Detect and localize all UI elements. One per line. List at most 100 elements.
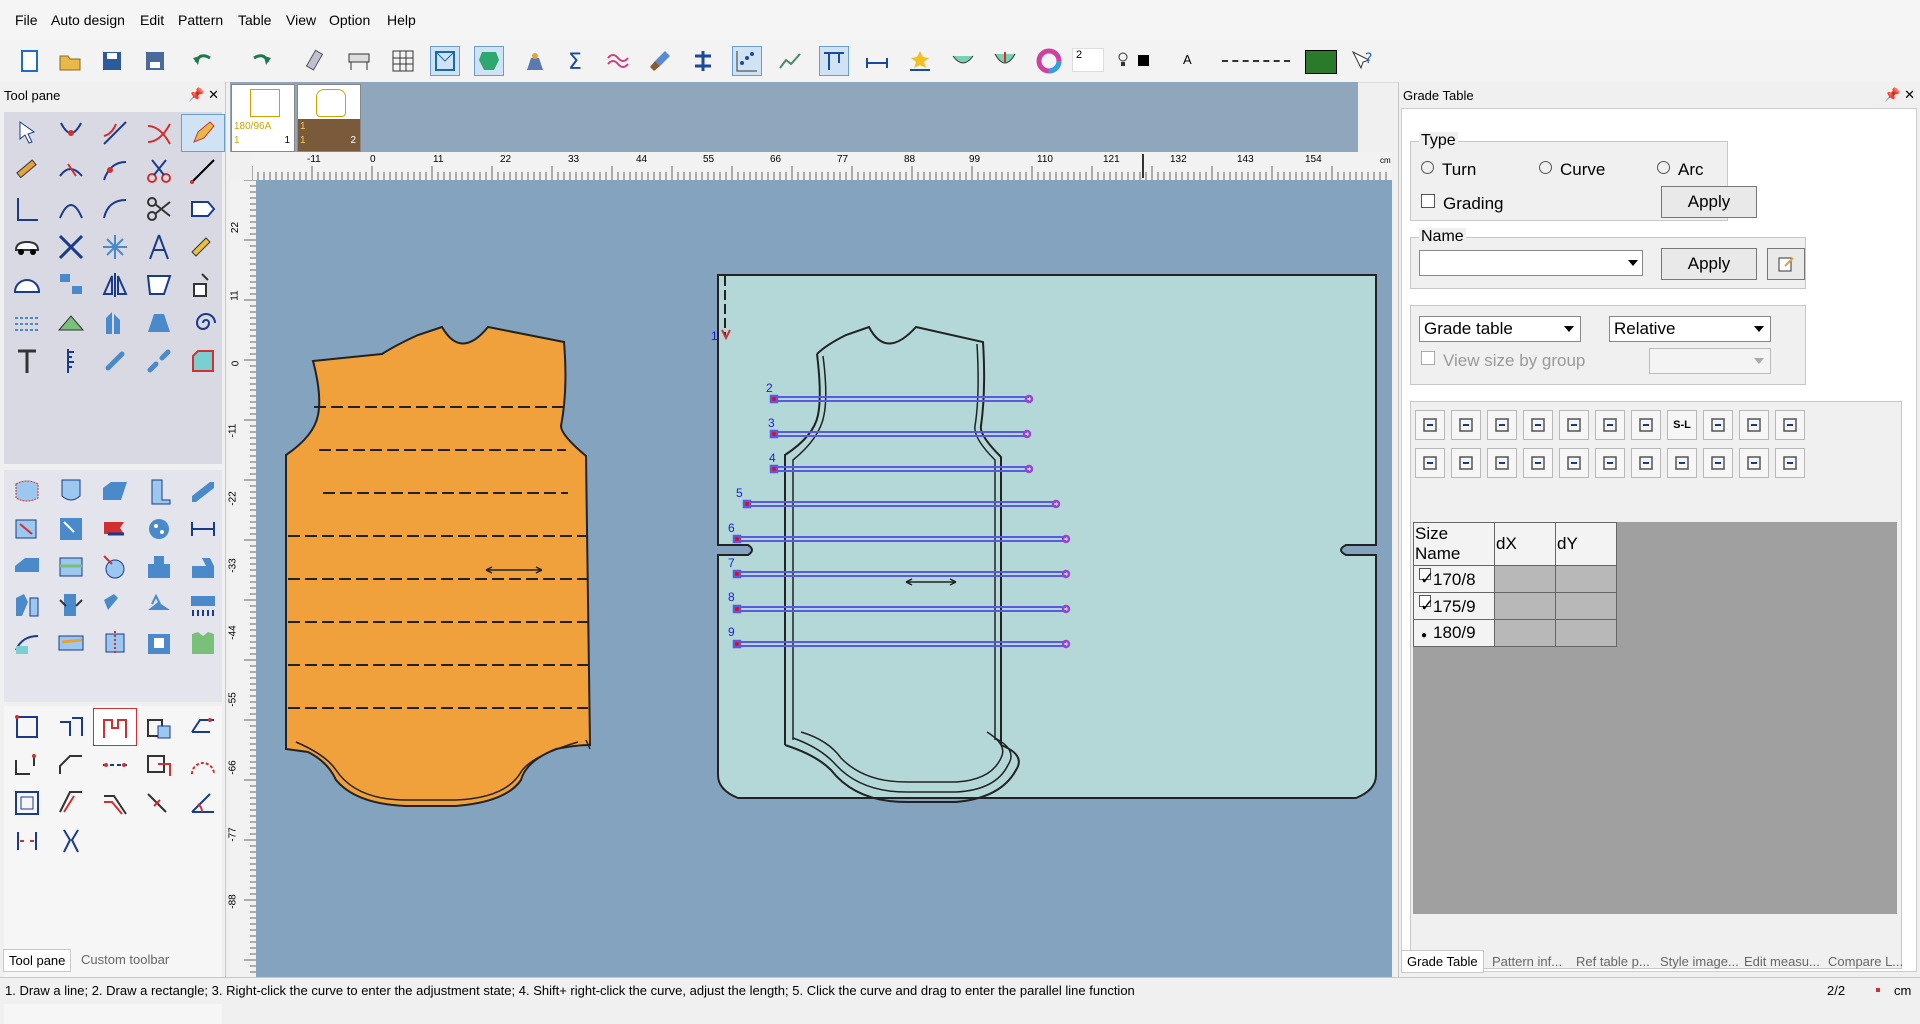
menu-file[interactable]: File xyxy=(15,12,38,28)
menu-table[interactable]: Table xyxy=(238,12,271,28)
piece-icon-16[interactable] xyxy=(93,586,137,624)
undo-icon[interactable] xyxy=(188,46,218,76)
grade-line-marker[interactable] xyxy=(769,464,779,474)
tab-grade-table[interactable]: Grade Table xyxy=(1401,950,1484,973)
tab-custom-toolbar[interactable]: Custom toolbar xyxy=(76,949,174,970)
piece-icon-8[interactable] xyxy=(93,510,137,548)
radio-turn[interactable]: Turn xyxy=(1421,160,1476,180)
point-curve-icon[interactable] xyxy=(93,152,137,190)
parallel-icon[interactable] xyxy=(5,304,49,342)
piece-icon-1[interactable] xyxy=(5,472,49,510)
dy-cell[interactable] xyxy=(1555,592,1617,620)
piece-icon-11[interactable] xyxy=(93,548,137,586)
piece-icon-6[interactable] xyxy=(5,510,49,548)
tab-pattern-info[interactable]: Pattern inf... xyxy=(1487,951,1567,972)
blocks-icon[interactable] xyxy=(49,266,93,304)
piece-icon-4[interactable] xyxy=(137,472,181,510)
compare-lines-icon[interactable] xyxy=(603,46,633,76)
size-checkbox-checked[interactable]: ✓ xyxy=(1419,595,1434,615)
line-chart-icon[interactable] xyxy=(775,46,805,76)
copy-icon[interactable] xyxy=(1415,410,1445,440)
curve-tool-icon[interactable] xyxy=(93,190,137,228)
grade-line-marker[interactable] xyxy=(732,604,742,614)
tab-style-image[interactable]: Style image... xyxy=(1655,951,1744,972)
link-icon[interactable] xyxy=(93,342,137,380)
down-arrow-icon[interactable] xyxy=(1775,410,1805,440)
dy-cell[interactable] xyxy=(1555,619,1617,647)
dy-cell[interactable] xyxy=(1555,565,1617,593)
grade-tool-icon[interactable] xyxy=(819,46,849,76)
color-swatch[interactable] xyxy=(1138,55,1149,66)
fan-icon[interactable] xyxy=(137,304,181,342)
grade-line-marker[interactable] xyxy=(742,499,752,509)
s-l-icon[interactable]: S-L xyxy=(1667,410,1697,440)
dx-cell[interactable] xyxy=(1494,565,1556,593)
piece-icon-10[interactable] xyxy=(49,548,93,586)
grade-tool-7[interactable] xyxy=(49,746,93,784)
piece-icon-2[interactable] xyxy=(49,472,93,510)
list-icon[interactable] xyxy=(1739,410,1769,440)
mirror-y-icon[interactable] xyxy=(1595,410,1625,440)
line-style-select[interactable] xyxy=(1222,60,1290,62)
align-vertical-icon[interactable] xyxy=(1487,448,1517,478)
prev-icon[interactable] xyxy=(1415,448,1445,478)
grade-tool-12[interactable] xyxy=(49,784,93,822)
save-icon[interactable] xyxy=(97,46,127,76)
grade-points-icon[interactable] xyxy=(732,46,762,76)
radio-arc[interactable]: Arc xyxy=(1657,160,1704,180)
measure-icon[interactable] xyxy=(862,46,892,76)
paste-x-icon[interactable] xyxy=(1487,410,1517,440)
table-row[interactable]: ✓175/9 xyxy=(1413,592,1617,620)
help-pointer-icon[interactable]: ? xyxy=(1350,49,1376,73)
pin-icon[interactable]: 📌 xyxy=(1884,87,1900,102)
mode-select[interactable]: Relative xyxy=(1609,316,1771,342)
bars-icon[interactable] xyxy=(1595,448,1625,478)
grading-checkbox[interactable]: Grading xyxy=(1421,194,1503,214)
piece-icon-15[interactable] xyxy=(49,586,93,624)
grade-tool-1[interactable] xyxy=(5,708,49,746)
view-size-by-group-checkbox[interactable]: View size by group xyxy=(1421,351,1585,371)
grade-tool-3[interactable] xyxy=(93,708,137,746)
cross-curve-icon[interactable] xyxy=(137,114,181,152)
grade-toggle-icon[interactable] xyxy=(1775,448,1805,478)
tab-edit-measure[interactable]: Edit measu... xyxy=(1739,951,1825,972)
arc-icon[interactable] xyxy=(49,190,93,228)
grade-line-marker[interactable] xyxy=(732,639,742,649)
align-horizontal-icon[interactable] xyxy=(1523,448,1553,478)
dart-icon[interactable] xyxy=(49,304,93,342)
display-piece-icon[interactable] xyxy=(430,46,460,76)
curve-seam-icon[interactable] xyxy=(990,46,1020,76)
pleat-icon[interactable] xyxy=(93,304,137,342)
brush-icon[interactable] xyxy=(645,46,675,76)
open-icon[interactable] xyxy=(55,46,85,76)
grade-line-marker[interactable] xyxy=(769,394,779,404)
eraser-icon[interactable] xyxy=(299,46,329,76)
piece-icon-9[interactable] xyxy=(5,548,49,586)
compass-icon[interactable] xyxy=(137,228,181,266)
grade-tool-2[interactable] xyxy=(49,708,93,746)
piece-icon-21[interactable] xyxy=(93,624,137,662)
grade-tool-15[interactable] xyxy=(181,784,225,822)
grade-tool-6[interactable] xyxy=(5,746,49,784)
menu-auto-design[interactable]: Auto design xyxy=(51,12,125,28)
grade-tool-9[interactable] xyxy=(137,746,181,784)
ruler-pencil-icon[interactable] xyxy=(5,152,49,190)
base-size-radio[interactable]: ● xyxy=(1421,630,1427,641)
pin-icon[interactable]: 📌 xyxy=(188,87,204,102)
dx-cell[interactable] xyxy=(1494,619,1556,647)
save-as-icon[interactable] xyxy=(140,46,170,76)
type-apply-button[interactable]: Apply xyxy=(1661,186,1757,218)
adjust-icon[interactable] xyxy=(49,114,93,152)
buttons-icon[interactable] xyxy=(137,510,181,548)
table-icon[interactable] xyxy=(1703,410,1733,440)
color-wheel-icon[interactable] xyxy=(1034,46,1064,76)
plotter-icon[interactable] xyxy=(344,46,374,76)
angle-icon[interactable] xyxy=(5,190,49,228)
piece-icon-18[interactable] xyxy=(181,586,225,624)
step-icon[interactable] xyxy=(1667,448,1697,478)
pattern-canvas[interactable]: 1 2 3 4 5 6 7 8 9 xyxy=(256,180,1392,977)
menu-view[interactable]: View xyxy=(286,12,316,28)
next-icon[interactable] xyxy=(1451,448,1481,478)
mirror-x-icon[interactable] xyxy=(1559,410,1589,440)
menu-edit[interactable]: Edit xyxy=(140,12,164,28)
